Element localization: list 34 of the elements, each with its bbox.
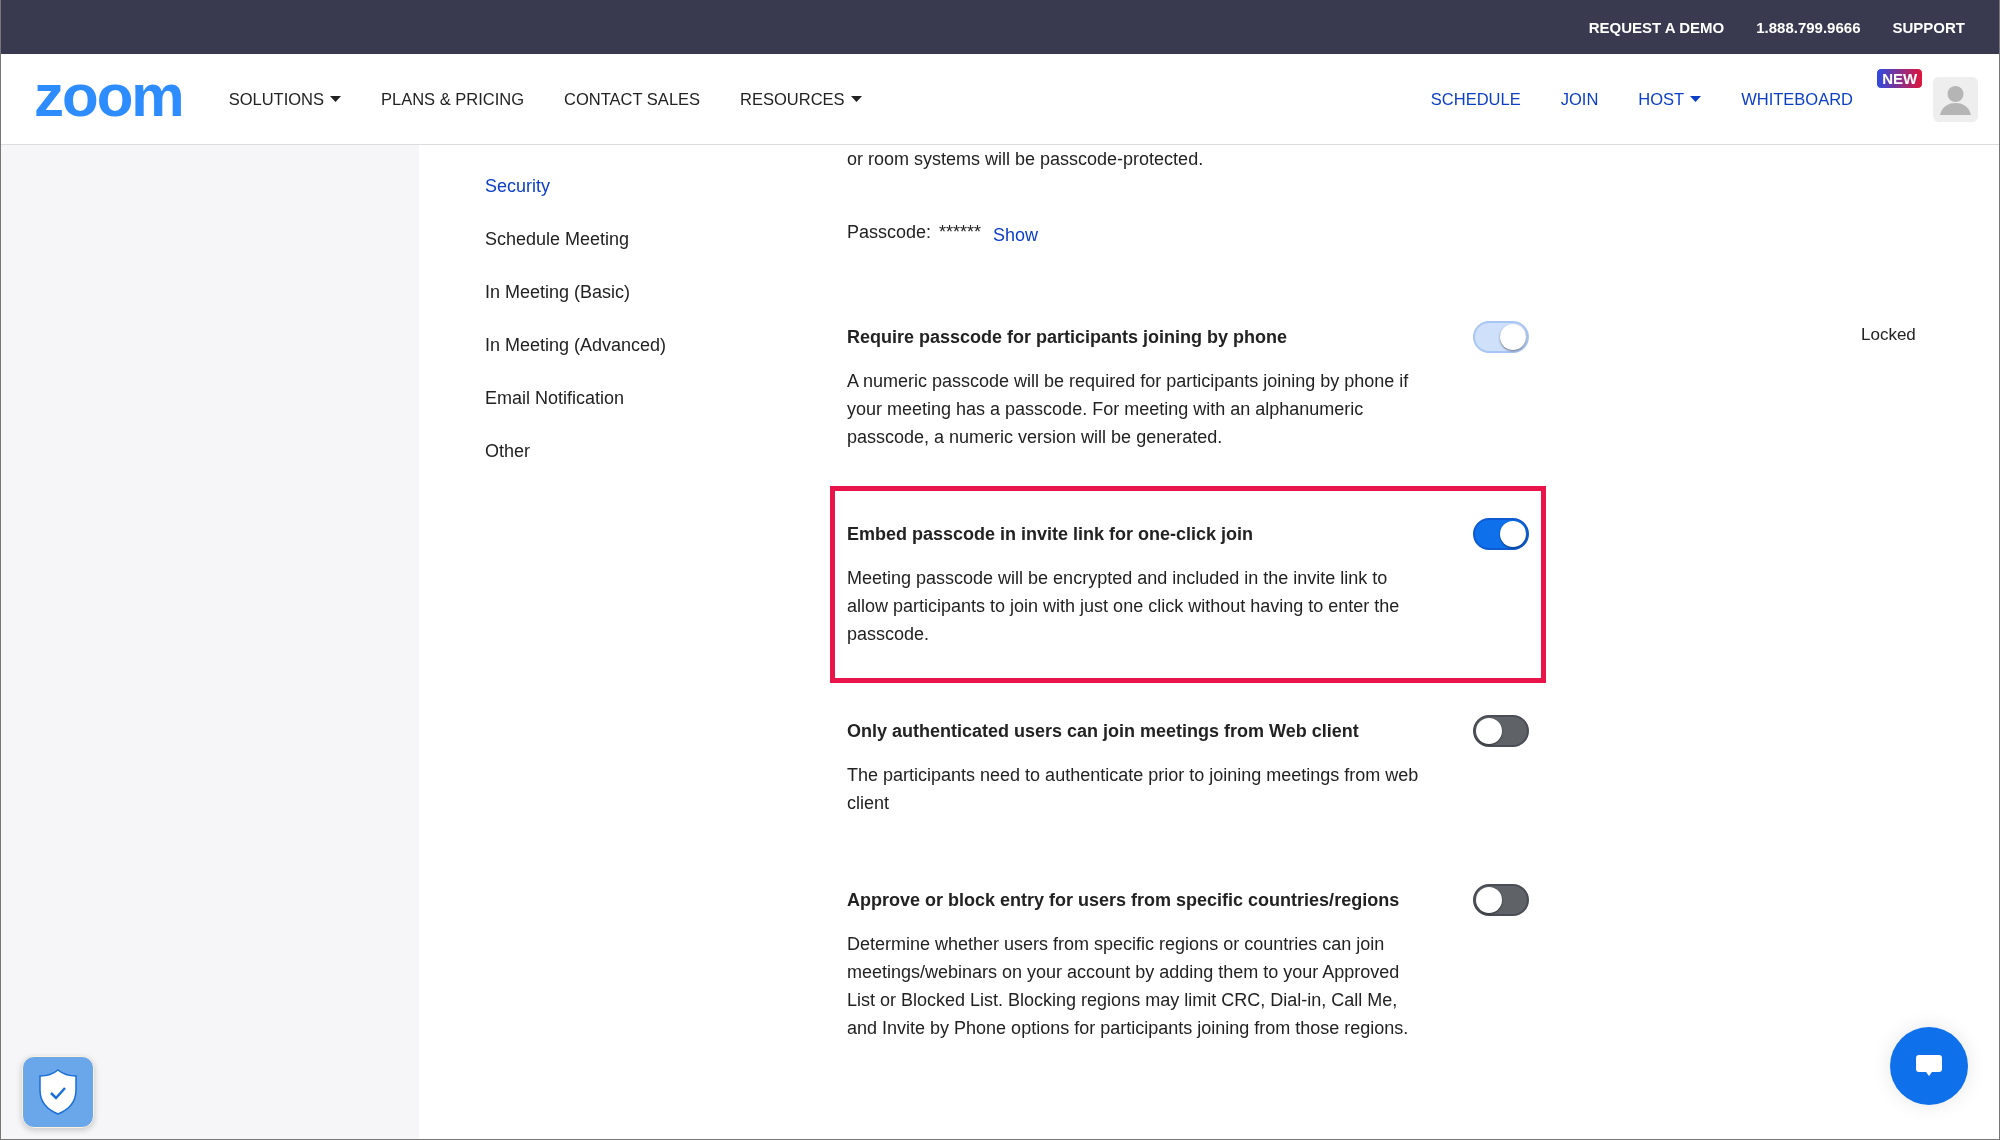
setting-title: Embed passcode in invite link for one-click join xyxy=(847,523,1255,546)
top-link[interactable]: SUPPORT xyxy=(1892,18,1965,36)
sidebar-item[interactable]: In Meeting (Basic) xyxy=(485,277,631,307)
new-badge: NEW xyxy=(1876,67,1924,89)
sidebar-item[interactable]: Security xyxy=(485,171,551,201)
toggle-switch[interactable] xyxy=(1473,884,1529,916)
setting-title: Require passcode for participants joining by phone xyxy=(847,326,1289,349)
locked-label: Locked xyxy=(1861,324,1916,346)
nav-link[interactable]: PLANS & PRICING xyxy=(381,89,525,109)
sidebar-item[interactable]: In Meeting (Advanced) xyxy=(485,330,667,360)
setting-description: or room systems will be passcode-protected. xyxy=(846,148,1205,171)
passcode-value: ****** xyxy=(939,221,982,244)
setting-description: Meeting passcode will be encrypted and included in the invite link to allow participants to join with just one click without having to enter the passcode. xyxy=(847,567,1401,646)
toggle-switch[interactable] xyxy=(1473,715,1529,747)
setting-description: A numeric passcode will be required for participants joining by phone if your meeting has a passcode. For meeting with an alphanumeric passcode, a numeric version will be generated. xyxy=(847,370,1410,449)
shield-icon[interactable] xyxy=(22,1056,94,1128)
sidebar-item[interactable]: Email Notification xyxy=(485,383,625,413)
passcode-label: Passcode: xyxy=(847,221,932,244)
top-link[interactable]: 1.888.799.9666 xyxy=(1756,18,1861,36)
setting-description: The participants need to authenticate prior to joining meetings from web client xyxy=(847,764,1420,815)
nav-link[interactable]: JOIN xyxy=(1560,89,1599,109)
sidebar-item[interactable]: Other xyxy=(485,436,531,466)
nav-link[interactable]: HOST xyxy=(1638,89,1702,109)
nav-link[interactable]: SCHEDULE xyxy=(1430,89,1521,109)
setting-title: Approve or block entry for users from specific countries/regions xyxy=(847,889,1401,912)
nav-link[interactable]: SOLUTIONS xyxy=(228,89,341,109)
sidebar-item[interactable]: Schedule Meeting xyxy=(485,224,630,254)
setting-title: Only authenticated users can join meetings from Web client xyxy=(847,720,1360,743)
show-link[interactable]: Show xyxy=(993,221,1039,249)
toggle-switch[interactable] xyxy=(1473,518,1529,550)
top-link[interactable]: REQUEST A DEMO xyxy=(1588,18,1725,36)
setting-description: Determine whether users from specific regions or countries can join meetings/webinars on your account by adding them to your Approved List or Blocked List. Blocking regions may limit CRC, Dial-in, Call Me, and Invite by Phone options for participants joining from those regions. xyxy=(847,933,1410,1040)
nav-link[interactable]: CONTACT SALES xyxy=(564,89,701,109)
nav-link[interactable]: RESOURCES xyxy=(740,89,862,109)
